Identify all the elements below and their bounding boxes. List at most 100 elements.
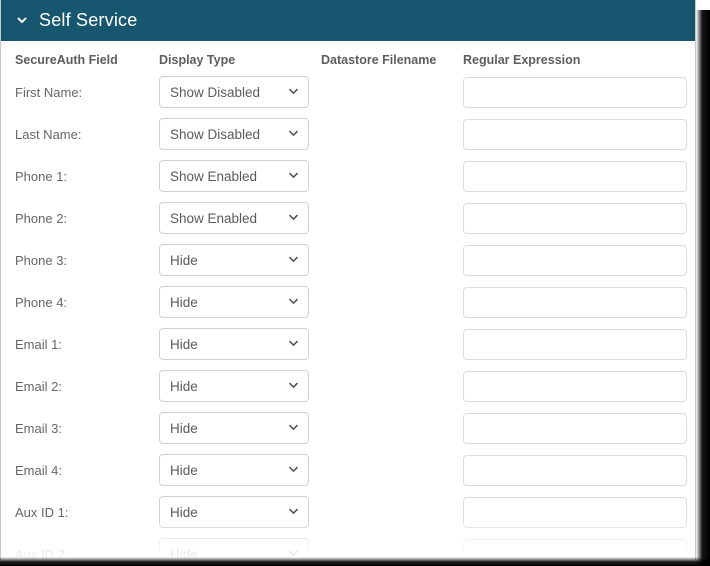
regular-expression-input[interactable]: [463, 160, 687, 192]
regular-expression-input[interactable]: [463, 118, 687, 150]
field-label: First Name:: [15, 84, 83, 100]
regular-expression-cell: [463, 328, 693, 360]
regular-expression-input[interactable]: [463, 328, 687, 360]
table-row: Email 4: Hide: [1, 449, 695, 491]
chevron-down-icon: [288, 382, 299, 390]
chevron-down-icon: [288, 172, 299, 180]
regular-expression-cell: [463, 160, 693, 192]
display-type-select[interactable]: Show Disabled: [159, 76, 309, 108]
panel-header[interactable]: Self Service: [1, 0, 695, 41]
display-type-value: Show Enabled: [170, 168, 258, 184]
regular-expression-input[interactable]: [463, 202, 687, 234]
chevron-down-icon: [288, 466, 299, 474]
display-type-cell: Hide: [159, 328, 321, 360]
table-row: Last Name: Show Disabled: [1, 113, 695, 155]
table-row: Email 3: Hide: [1, 407, 695, 449]
regular-expression-cell: [463, 244, 693, 276]
regular-expression-cell: [463, 370, 693, 402]
regular-expression-input[interactable]: [463, 76, 687, 108]
field-label: Email 4:: [15, 462, 62, 478]
display-type-select[interactable]: Show Enabled: [159, 160, 309, 192]
display-type-value: Hide: [170, 336, 198, 352]
regular-expression-input[interactable]: [463, 496, 687, 528]
table-row: Phone 2: Show Enabled: [1, 197, 695, 239]
chevron-down-icon: [288, 298, 299, 306]
table-row: Email 1: Hide: [1, 323, 695, 365]
display-type-cell: Show Enabled: [159, 160, 321, 192]
display-type-value: Hide: [170, 420, 198, 436]
chevron-down-icon: [288, 256, 299, 264]
regular-expression-cell: [463, 202, 693, 234]
field-label: Phone 4:: [15, 294, 68, 310]
column-header-regular-expression: Regular Expression: [463, 53, 581, 67]
display-type-cell: Hide: [159, 412, 321, 444]
regular-expression-input[interactable]: [463, 412, 687, 444]
display-type-cell: Show Disabled: [159, 76, 321, 108]
table-row: Email 2: Hide: [1, 365, 695, 407]
display-type-select[interactable]: Show Enabled: [159, 202, 309, 234]
display-type-cell: Show Enabled: [159, 202, 321, 234]
chevron-down-icon: [288, 130, 299, 138]
field-label: Phone 2:: [15, 210, 68, 226]
regular-expression-cell: [463, 76, 693, 108]
regular-expression-cell: [463, 496, 693, 528]
regular-expression-input[interactable]: [463, 370, 687, 402]
regular-expression-input[interactable]: [463, 244, 687, 276]
display-type-select[interactable]: Hide: [159, 496, 309, 528]
display-type-select[interactable]: Hide: [159, 412, 309, 444]
field-label: Last Name:: [15, 126, 82, 142]
regular-expression-input[interactable]: [463, 454, 687, 486]
display-type-value: Hide: [170, 462, 198, 478]
display-type-select[interactable]: Hide: [159, 286, 309, 318]
regular-expression-cell: [463, 118, 693, 150]
field-label: Phone 1:: [15, 168, 68, 184]
display-type-select[interactable]: Hide: [159, 244, 309, 276]
display-type-select[interactable]: Hide: [159, 328, 309, 360]
display-type-select[interactable]: Show Disabled: [159, 118, 309, 150]
display-type-value: Hide: [170, 504, 198, 520]
table-rows: First Name: Show Disabled Last Name: Show D…: [1, 71, 695, 560]
display-type-value: Hide: [170, 294, 198, 310]
chevron-down-icon: [288, 424, 299, 432]
table-header-row: SecureAuth Field Display Type Datastore …: [1, 41, 695, 71]
table-row: First Name: Show Disabled: [1, 71, 695, 113]
display-type-cell: Hide: [159, 454, 321, 486]
field-label: Email 1:: [15, 336, 62, 352]
display-type-value: Hide: [170, 252, 198, 268]
display-type-cell: Hide: [159, 286, 321, 318]
self-service-field-table: SecureAuth Field Display Type Datastore …: [1, 41, 695, 560]
chevron-down-icon: [288, 340, 299, 348]
chevron-down-icon: [288, 88, 299, 96]
panel-shadow-bottom: [0, 557, 710, 566]
field-label: Email 2:: [15, 378, 62, 394]
column-header-datastore-filename: Datastore Filename: [321, 53, 437, 67]
panel-title: Self Service: [39, 10, 138, 30]
regular-expression-cell: [463, 286, 693, 318]
self-service-panel: Self Service SecureAuth Field Display Ty…: [0, 0, 696, 560]
field-label: Phone 3:: [15, 252, 68, 268]
self-service-screen: Self Service SecureAuth Field Display Ty…: [0, 0, 710, 566]
panel-body: SecureAuth Field Display Type Datastore …: [1, 41, 695, 560]
table-row: Phone 4: Hide: [1, 281, 695, 323]
field-label: Aux ID 1:: [15, 504, 69, 520]
regular-expression-input[interactable]: [463, 286, 687, 318]
chevron-down-icon: [288, 214, 299, 222]
display-type-cell: Show Disabled: [159, 118, 321, 150]
display-type-cell: Hide: [159, 244, 321, 276]
table-row: Aux ID 2: Hide: [1, 533, 695, 560]
display-type-value: Show Disabled: [170, 126, 261, 142]
table-row: Aux ID 1: Hide: [1, 491, 695, 533]
display-type-select[interactable]: Hide: [159, 370, 309, 402]
column-header-display-type: Display Type: [159, 53, 236, 67]
display-type-cell: Hide: [159, 370, 321, 402]
chevron-down-icon[interactable]: [15, 14, 29, 28]
regular-expression-cell: [463, 454, 693, 486]
display-type-cell: Hide: [159, 496, 321, 528]
chevron-down-icon: [288, 508, 299, 516]
column-header-secureauth-field: SecureAuth Field: [15, 53, 118, 67]
table-row: Phone 1: Show Enabled: [1, 155, 695, 197]
table-row: Phone 3: Hide: [1, 239, 695, 281]
display-type-value: Show Disabled: [170, 84, 261, 100]
display-type-value: Show Enabled: [170, 210, 258, 226]
display-type-select[interactable]: Hide: [159, 454, 309, 486]
